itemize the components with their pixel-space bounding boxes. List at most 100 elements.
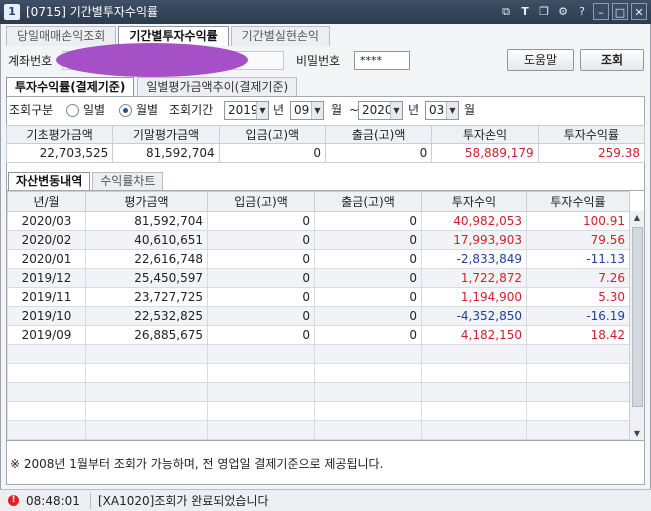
summary-value: 259.38 xyxy=(537,143,646,163)
table-cell: 2019/11 xyxy=(7,287,86,307)
radio-daily-label: 일별 xyxy=(83,103,106,117)
table-cell: 79.56 xyxy=(526,230,630,250)
table-cell: 0 xyxy=(207,306,315,326)
table-row[interactable]: 2020/02 40,610,651 0 0 17,993,903 79.56 xyxy=(7,230,630,250)
sub-tab-bar: 투자수익률(결제기준) 일별평가금액추이(결제기준) xyxy=(6,77,300,97)
scroll-up-icon[interactable]: ▲ xyxy=(630,211,644,225)
from-month-value: 09 xyxy=(294,103,310,117)
password-field[interactable]: **** xyxy=(354,51,410,70)
summary-value: 58,889,179 xyxy=(431,143,539,163)
table-cell: 1,194,900 xyxy=(421,287,527,307)
table-cell: 0 xyxy=(314,249,422,269)
table-cell xyxy=(207,344,315,364)
table-cell: 5.30 xyxy=(526,287,630,307)
table-cell: 0 xyxy=(207,249,315,269)
table-cell xyxy=(7,344,86,364)
table-cell: 0 xyxy=(207,211,315,231)
status-message: [XA1020]조회가 완료되었습니다 xyxy=(98,494,269,508)
app-icon: 1 xyxy=(4,4,20,20)
to-month-select[interactable]: 03 ▼ xyxy=(425,101,459,120)
table-cell: 0 xyxy=(314,325,422,345)
summary-header: 기초평가금액 xyxy=(5,125,114,144)
table-cell: 0 xyxy=(314,230,422,250)
table-cell xyxy=(85,420,208,440)
table-cell: 2020/02 xyxy=(7,230,86,250)
text-icon[interactable]: T xyxy=(517,3,533,20)
table-cell: 18.42 xyxy=(526,325,630,345)
scroll-down-icon[interactable]: ▼ xyxy=(630,427,644,440)
table-cell: -11.13 xyxy=(526,249,630,269)
year-unit-label-2: 년 xyxy=(408,103,420,117)
table-cell xyxy=(7,420,86,440)
table-row[interactable] xyxy=(7,344,630,364)
table-row[interactable] xyxy=(7,420,630,440)
table-cell xyxy=(526,363,630,383)
copy-icon[interactable]: ❐ xyxy=(536,3,552,20)
table-row[interactable]: 2019/10 22,532,825 0 0 -4,352,850 -16.19 xyxy=(7,306,630,326)
table-cell xyxy=(314,420,422,440)
table-row[interactable]: 2019/11 23,727,725 0 0 1,194,900 5.30 xyxy=(7,287,630,307)
tab-return-settlement[interactable]: 투자수익률(결제기준) xyxy=(6,77,135,97)
table-cell xyxy=(421,401,527,421)
table-row[interactable] xyxy=(7,363,630,383)
vertical-scrollbar[interactable]: ▲ ▼ xyxy=(629,211,644,440)
maximize-icon[interactable]: □ xyxy=(612,3,628,20)
table-cell: 2019/12 xyxy=(7,268,86,288)
radio-daily[interactable] xyxy=(66,104,79,117)
summary-header: 기말평가금액 xyxy=(112,125,220,144)
table-cell xyxy=(421,344,527,364)
table-cell: 2020/01 xyxy=(7,249,86,269)
table-cell: 22,532,825 xyxy=(85,306,208,326)
notice-text: ※ 2008년 1월부터 조회가 가능하며, 전 영업일 결제기준으로 제공됩니… xyxy=(10,457,384,471)
table-row[interactable] xyxy=(7,401,630,421)
status-bar: ! 08:48:01 [XA1020]조회가 완료되었습니다 xyxy=(0,489,651,511)
table-cell: 0 xyxy=(314,287,422,307)
table-cell: -2,833,849 xyxy=(421,249,527,269)
summary-value: 22,703,525 xyxy=(5,143,114,163)
tab-asset-changes[interactable]: 자산변동내역 xyxy=(8,172,91,190)
close-icon[interactable]: ✕ xyxy=(631,3,647,20)
link-icon[interactable]: ⧉ xyxy=(498,3,514,20)
tab-return-chart[interactable]: 수익률차트 xyxy=(92,172,164,190)
status-divider xyxy=(90,493,91,509)
summary-header: 투자손익 xyxy=(431,125,539,144)
table-cell xyxy=(7,382,86,402)
help-button[interactable]: 도움말 xyxy=(507,49,574,71)
grid-header: 출금(고)액 xyxy=(314,191,422,212)
from-year-select[interactable]: 2019 ▼ xyxy=(224,101,269,120)
chevron-down-icon: ▼ xyxy=(390,102,402,119)
to-year-select[interactable]: 2020 ▼ xyxy=(358,101,403,120)
radio-monthly-label: 월별 xyxy=(136,103,159,117)
alert-icon: ! xyxy=(8,495,19,506)
query-button[interactable]: 조회 xyxy=(580,49,644,71)
table-row[interactable]: 2020/03 81,592,704 0 0 40,982,053 100.91 xyxy=(7,211,630,231)
table-cell xyxy=(526,382,630,402)
chevron-down-icon: ▼ xyxy=(446,102,458,119)
account-label: 계좌번호 xyxy=(8,54,53,68)
scroll-thumb[interactable] xyxy=(632,227,643,407)
table-row[interactable]: 2019/09 26,885,675 0 0 4,182,150 18.42 xyxy=(7,325,630,345)
password-label: 비밀번호 xyxy=(296,54,341,68)
tab-daily-trade-pnl[interactable]: 당일매매손익조회 xyxy=(6,26,117,46)
minimize-icon[interactable]: – xyxy=(593,3,609,20)
help-icon[interactable]: ? xyxy=(574,3,590,20)
table-cell: 40,982,053 xyxy=(421,211,527,231)
month-unit-label: 월 xyxy=(331,103,343,117)
table-cell: 81,592,704 xyxy=(85,211,208,231)
table-cell: 17,993,903 xyxy=(421,230,527,250)
table-row[interactable] xyxy=(7,382,630,402)
to-year-value: 2020 xyxy=(362,103,393,117)
asset-table: 년/월 평가금액 입금(고)액 출금(고)액 투자수익 투자수익률 2020/0… xyxy=(7,191,630,440)
table-cell: 4,182,150 xyxy=(421,325,527,345)
grid-header: 년/월 xyxy=(7,191,86,212)
from-month-select[interactable]: 09 ▼ xyxy=(290,101,324,120)
asset-grid[interactable]: 년/월 평가금액 입금(고)액 출금(고)액 투자수익 투자수익률 2020/0… xyxy=(6,190,645,441)
settings-icon[interactable]: ⚙ xyxy=(555,3,571,20)
radio-monthly[interactable] xyxy=(119,104,132,117)
table-cell: 1,722,872 xyxy=(421,268,527,288)
tab-daily-valuation-trend[interactable]: 일별평가금액추이(결제기준) xyxy=(137,77,298,97)
tab-period-realized-pnl[interactable]: 기간별실현손익 xyxy=(230,26,330,46)
table-row[interactable]: 2019/12 25,450,597 0 0 1,722,872 7.26 xyxy=(7,268,630,288)
table-cell: 22,616,748 xyxy=(85,249,208,269)
table-row[interactable]: 2020/01 22,616,748 0 0 -2,833,849 -11.13 xyxy=(7,249,630,269)
